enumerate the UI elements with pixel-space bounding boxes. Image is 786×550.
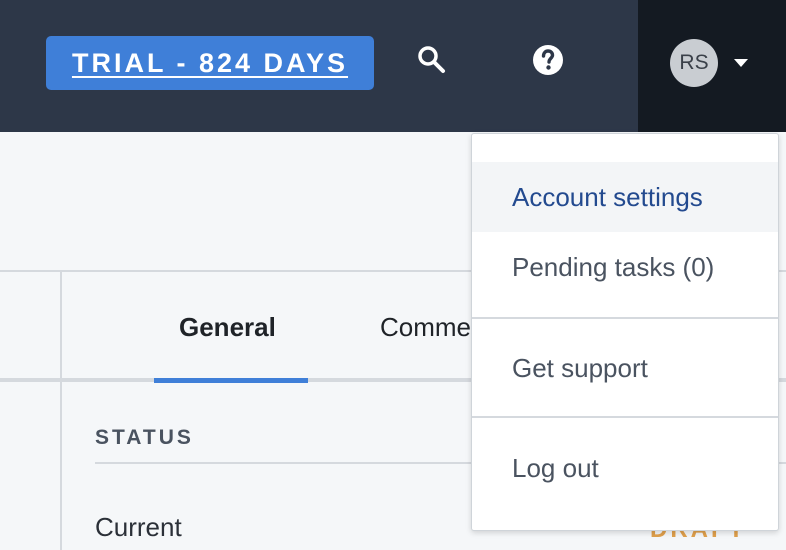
- menu-item-pending-tasks[interactable]: Pending tasks (0): [472, 232, 778, 302]
- menu-item-get-support[interactable]: Get support: [472, 333, 778, 403]
- avatar[interactable]: RS: [670, 39, 718, 87]
- left-panel: [0, 272, 60, 550]
- chevron-down-icon[interactable]: [734, 59, 748, 67]
- user-dropdown-menu: Account settings Pending tasks (0) Get s…: [471, 133, 779, 531]
- status-field-label: Current: [95, 512, 182, 542]
- trial-badge[interactable]: TRIAL - 824 DAYS: [46, 36, 374, 90]
- active-tab-indicator: [154, 378, 308, 383]
- section-heading-status: STATUS: [95, 426, 194, 449]
- help-icon[interactable]: [531, 43, 565, 77]
- top-navigation-bar: TRIAL - 824 DAYS: [0, 0, 638, 132]
- user-menu-area: RS: [638, 0, 786, 132]
- menu-item-log-out[interactable]: Log out: [472, 433, 778, 503]
- menu-item-account-settings[interactable]: Account settings: [472, 162, 778, 232]
- tab-comments[interactable]: Comme: [380, 312, 471, 343]
- menu-divider: [472, 416, 778, 418]
- menu-divider: [472, 317, 778, 319]
- left-tab-underline: [0, 378, 60, 382]
- search-icon[interactable]: [416, 44, 448, 76]
- tab-general[interactable]: General: [179, 312, 276, 343]
